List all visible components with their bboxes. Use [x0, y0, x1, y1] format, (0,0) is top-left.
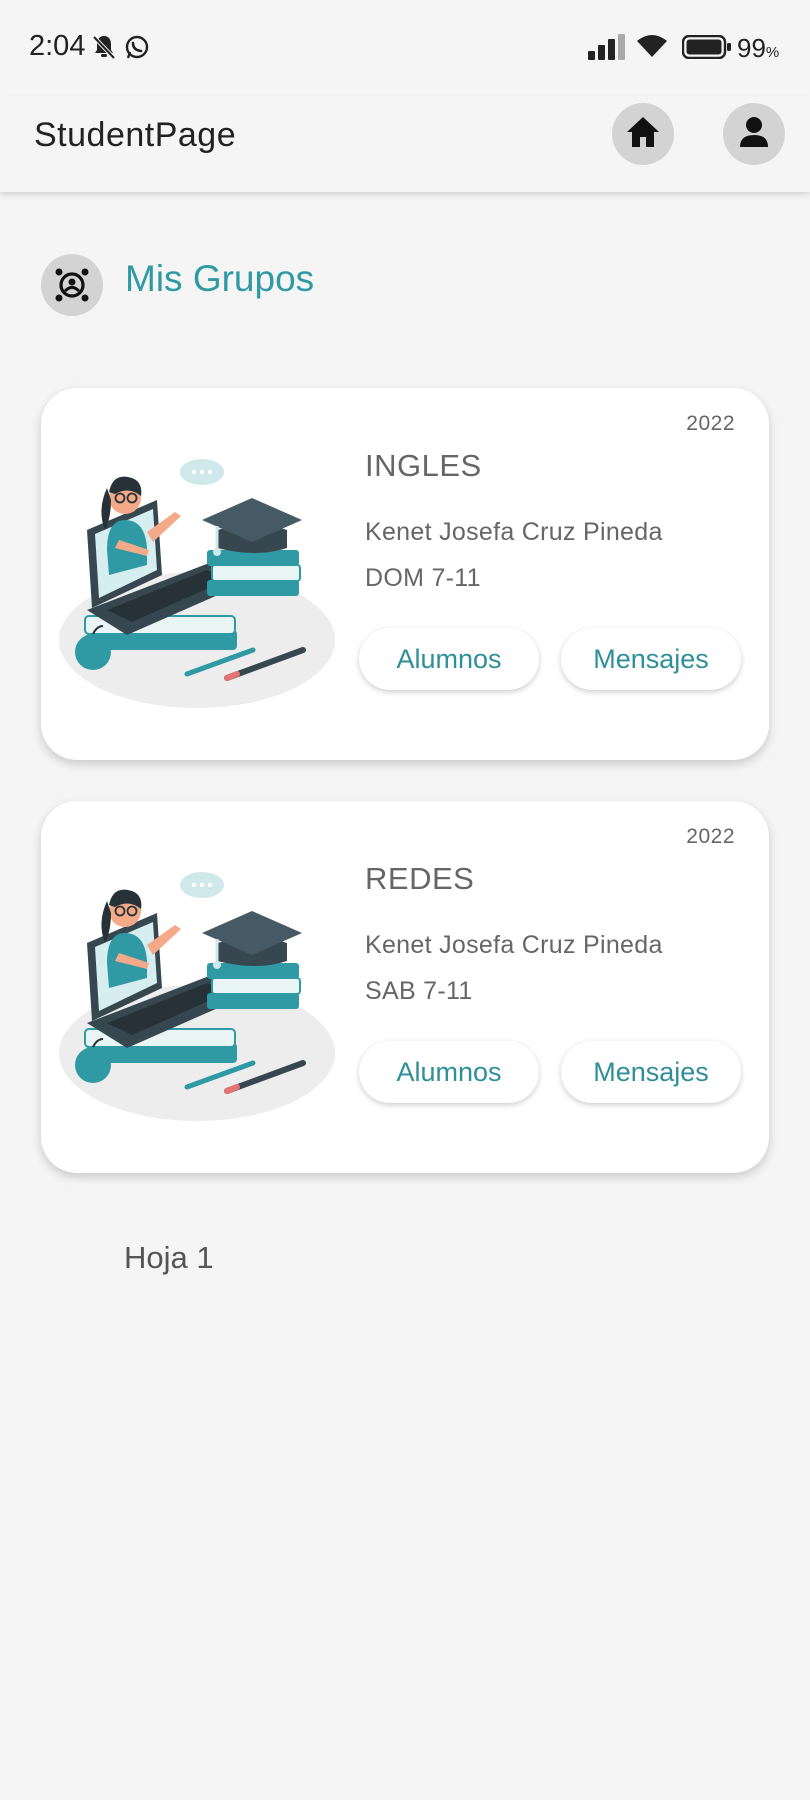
battery-icon [681, 34, 732, 64]
groups-icon [41, 254, 103, 316]
page-label: Hoja 1 [124, 1240, 214, 1275]
group-schedule: DOM 7-11 [365, 564, 481, 592]
students-button[interactable]: Alumnos [359, 628, 539, 690]
person-icon [738, 116, 770, 153]
group-year: 2022 [686, 412, 735, 435]
home-icon [625, 115, 661, 154]
battery-percent: 99% [737, 33, 780, 63]
group-teacher: Kenet Josefa Cruz Pineda [365, 931, 663, 959]
status-time: 2:04 [29, 30, 86, 62]
status-bar: 2:04 99% [0, 0, 810, 96]
group-teacher: Kenet Josefa Cruz Pineda [365, 518, 663, 546]
teacher-illustration [57, 430, 347, 710]
app-title: StudentPage [34, 116, 237, 154]
students-button[interactable]: Alumnos [359, 1041, 539, 1103]
group-card[interactable]: 2022 [41, 388, 769, 760]
home-button[interactable] [612, 103, 674, 165]
group-subject: INGLES [365, 448, 482, 483]
teacher-illustration [57, 843, 347, 1123]
group-subject: REDES [365, 861, 475, 896]
wifi-icon [636, 33, 668, 64]
group-schedule: SAB 7-11 [365, 977, 473, 1005]
profile-button[interactable] [723, 103, 785, 165]
messages-button[interactable]: Mensajes [561, 1041, 741, 1103]
app-bar: StudentPage [0, 96, 810, 192]
group-year: 2022 [686, 825, 735, 848]
bell-off-icon [92, 34, 116, 65]
signal-icon [588, 34, 628, 65]
section-title: Mis Grupos [125, 258, 315, 299]
group-card[interactable]: 2022 [41, 801, 769, 1173]
messages-button[interactable]: Mensajes [561, 628, 741, 690]
whatsapp-icon [124, 34, 150, 65]
